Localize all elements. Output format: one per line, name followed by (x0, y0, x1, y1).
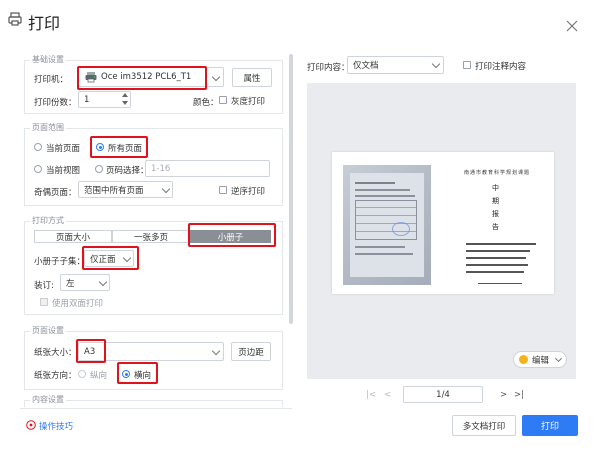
odd-even-select[interactable]: 范围中所有页面 (78, 181, 173, 198)
landscape-label: 横向 (134, 371, 152, 381)
paper-size-select[interactable]: A3 (78, 342, 224, 361)
page-indicator[interactable]: 1/4 (403, 386, 483, 403)
portrait-radio[interactable] (78, 370, 86, 378)
paper-size-value: A3 (84, 346, 96, 357)
printer-device-icon (85, 72, 97, 83)
last-page-icon[interactable]: >| (514, 390, 524, 400)
scan-table (355, 200, 417, 240)
page-select-radio[interactable] (95, 165, 103, 173)
copies-down-icon[interactable] (122, 101, 128, 105)
current-page-radio[interactable] (34, 143, 42, 151)
print-content-value: 仅文档 (353, 61, 379, 71)
copies-up-icon[interactable] (122, 93, 128, 97)
left-footer-divider (20, 408, 292, 409)
page-select-placeholder: 1-16 (151, 163, 171, 174)
printer-icon (8, 12, 22, 26)
prev-page-icon[interactable]: < (384, 390, 391, 400)
margins-button[interactable]: 页边距 (231, 342, 271, 361)
content-settings-legend: 内容设置 (30, 394, 66, 405)
current-page-label: 当前页面 (46, 144, 81, 154)
doc-heading-2: 期 (492, 197, 499, 205)
copies-label: 打印份数： (34, 98, 77, 108)
printer-label: 打印机： (34, 75, 69, 85)
doc-line (466, 264, 528, 266)
odd-even-value: 范围中所有页面 (84, 185, 144, 196)
properties-button[interactable]: 属性 (232, 68, 272, 87)
doc-line (478, 283, 522, 284)
orientation-label: 纸张方向： (34, 371, 77, 381)
scan-line (355, 182, 395, 184)
copies-value: 1 (84, 94, 90, 105)
duplex-label: 使用双面打印 (52, 299, 104, 309)
print-button[interactable]: 打印 (522, 415, 578, 436)
doc-heading-4: 告 (492, 223, 499, 231)
booklet-subset-value: 仅正面 (90, 254, 116, 265)
next-page-icon[interactable]: > (500, 390, 507, 400)
current-view-radio[interactable] (34, 165, 42, 173)
multi-doc-print-button[interactable]: 多文档打印 (452, 415, 516, 436)
tab-booklet[interactable]: 小册子 (190, 230, 271, 243)
printer-value: Oce im3512 PCL6_T1 (101, 72, 192, 82)
grayscale-checkbox[interactable] (219, 96, 227, 104)
dialog-title: 打印 (28, 14, 61, 33)
reverse-checkbox[interactable] (219, 186, 227, 194)
paper-size-label: 纸张大小： (34, 348, 77, 358)
page-select-label: 页码选择： (106, 166, 149, 176)
scan-line (355, 246, 405, 248)
portrait-label: 纵向 (90, 371, 108, 381)
edit-button-label: 编辑 (532, 355, 550, 366)
page-range-legend: 页面范围 (30, 122, 66, 133)
page-select-input[interactable]: 1-16 (145, 160, 270, 177)
tips-icon (26, 420, 36, 430)
doc-heading-3: 报 (492, 210, 499, 218)
page-indicator-value: 1/4 (436, 389, 450, 400)
scan-line (355, 253, 413, 255)
binding-value: 左 (66, 278, 75, 289)
print-content-select[interactable]: 仅文档 (347, 56, 444, 74)
settings-scrollbar[interactable] (289, 54, 293, 324)
booklet-subset-label: 小册子子集： (34, 257, 86, 267)
all-pages-label: 所有页面 (108, 144, 143, 154)
close-icon[interactable] (566, 20, 578, 32)
color-label: 颜色： (193, 98, 219, 108)
scan-line (355, 195, 415, 197)
grayscale-label: 灰度打印 (231, 97, 266, 107)
doc-line (466, 257, 526, 259)
basic-settings-legend: 基础设置 (30, 54, 66, 65)
first-page-icon[interactable]: |< (366, 390, 376, 400)
tips-link[interactable]: 操作技巧 (39, 420, 73, 432)
edit-icon (519, 355, 528, 364)
duplex-checkbox[interactable] (40, 298, 48, 306)
page-setup-legend: 页面设置 (30, 325, 66, 336)
binding-label: 装订: (34, 281, 54, 291)
doc-title: 南通市教育科学规划课题 (464, 170, 531, 176)
current-view-label: 当前视图 (46, 166, 81, 176)
all-pages-radio[interactable] (96, 143, 104, 151)
reverse-label: 逆序打印 (231, 187, 266, 197)
landscape-radio[interactable] (122, 370, 130, 378)
print-mode-legend: 打印方式 (30, 215, 66, 226)
scan-stamp (392, 222, 410, 236)
print-content-label: 打印内容： (307, 63, 350, 73)
doc-line (466, 250, 530, 252)
doc-line (466, 243, 536, 245)
tab-page-size[interactable]: 页面大小 (34, 230, 112, 243)
annotations-label: 打印注释内容 (475, 62, 527, 72)
scan-line (355, 189, 410, 191)
doc-heading-1: 中 (492, 184, 499, 192)
doc-line (466, 271, 524, 273)
tab-multi-page[interactable]: 一张多页 (112, 230, 190, 243)
printer-select[interactable]: Oce im3512 PCL6_T1 (78, 67, 224, 87)
annotations-checkbox[interactable] (463, 61, 471, 69)
odd-even-label: 奇偶页面： (34, 188, 77, 198)
